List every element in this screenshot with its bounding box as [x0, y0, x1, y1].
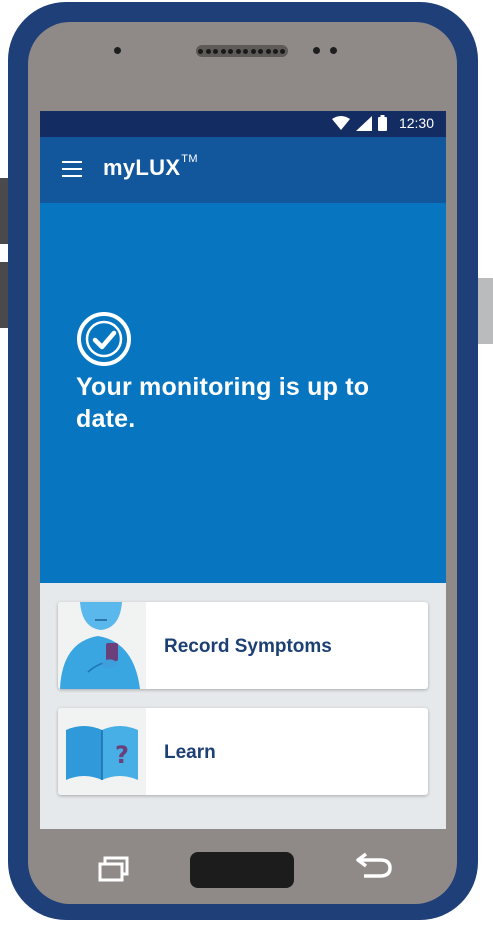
status-bar: 12:30 — [40, 111, 446, 137]
wifi-icon — [331, 116, 350, 130]
app-title: myLUXTM — [103, 153, 198, 181]
volume-down-button — [0, 262, 8, 328]
battery-icon — [377, 115, 387, 131]
learn-label: Learn — [164, 742, 216, 763]
book-question-illustration: ? — [58, 708, 146, 795]
power-button — [478, 278, 493, 344]
home-button[interactable] — [190, 852, 294, 888]
sensor-dot — [330, 47, 337, 54]
recent-apps-icon[interactable] — [98, 856, 130, 882]
monitoring-status-message: Your monitoring is up to date. — [76, 373, 370, 433]
svg-text:?: ? — [115, 741, 129, 769]
check-circle-icon — [77, 312, 131, 366]
app-bar: myLUXTM — [40, 137, 446, 203]
volume-up-button — [0, 178, 8, 244]
person-with-phone-illustration — [58, 602, 146, 689]
status-time: 12:30 — [398, 115, 434, 131]
device-mockup: 12:30 myLUXTM Your monitoring is up to d… — [0, 0, 493, 926]
record-symptoms-card[interactable]: Record Symptoms — [58, 602, 428, 689]
status-hero: Your monitoring is up to date. — [40, 203, 446, 583]
cell-signal-icon — [355, 115, 372, 131]
earpiece-speaker — [196, 45, 288, 57]
system-nav-bar — [28, 830, 457, 904]
back-icon[interactable] — [354, 850, 394, 880]
sensor-dot — [313, 47, 320, 54]
app-title-text: myLUX — [103, 155, 181, 180]
learn-card[interactable]: ? Learn — [58, 708, 428, 795]
trademark-symbol: TM — [181, 153, 198, 165]
record-symptoms-label: Record Symptoms — [164, 636, 332, 657]
phone-screen: 12:30 myLUXTM Your monitoring is up to d… — [40, 111, 446, 829]
hamburger-menu-icon[interactable] — [62, 161, 82, 177]
front-camera-dot — [114, 47, 121, 54]
